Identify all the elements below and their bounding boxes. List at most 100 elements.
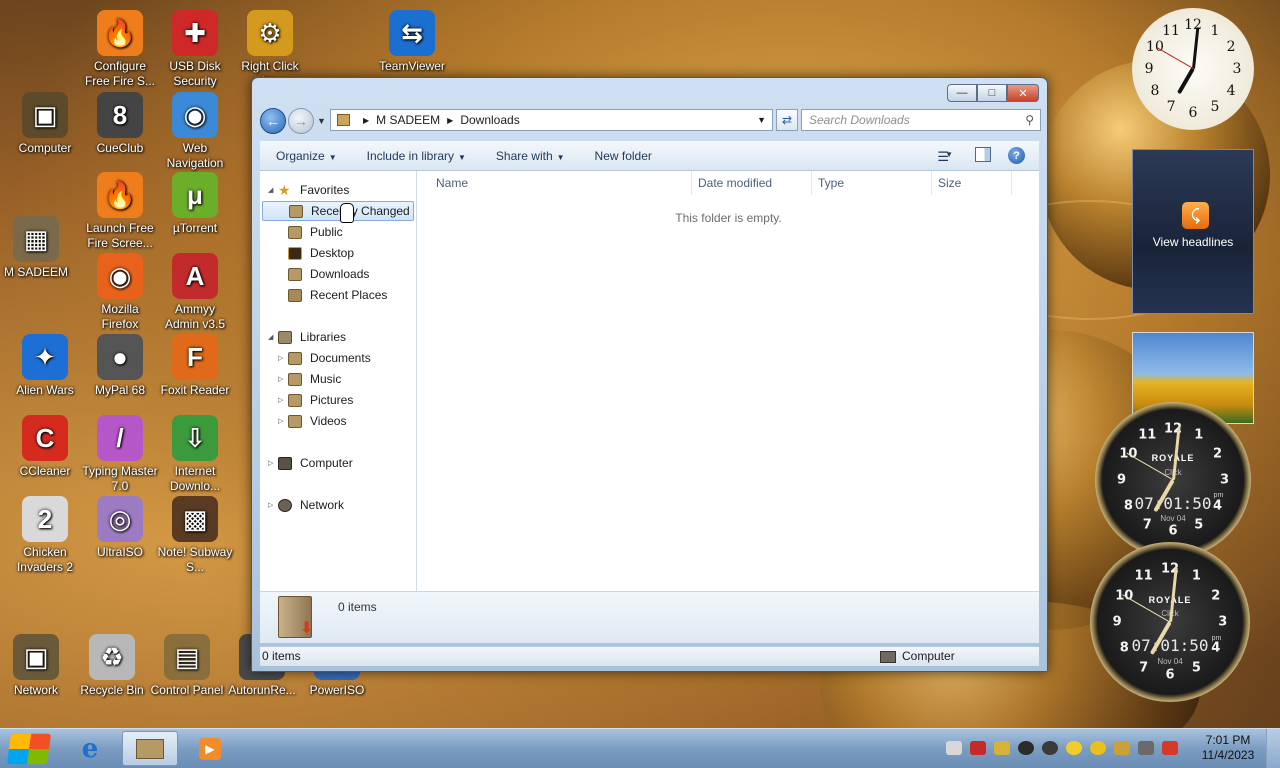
media-player-taskbar-button[interactable]: ▶: [182, 731, 238, 766]
start-button[interactable]: [6, 733, 52, 765]
expand-arrow-icon[interactable]: ▷: [278, 396, 288, 404]
tree-item-music[interactable]: ▷ Music: [278, 369, 341, 389]
usb-security-icon[interactable]: [970, 741, 986, 755]
update-icon[interactable]: [1018, 741, 1034, 755]
column-header-type[interactable]: Type: [812, 171, 932, 195]
new-folder-button[interactable]: New folder: [579, 149, 666, 163]
chevron-down-icon: ▼: [556, 152, 565, 162]
expand-arrow-icon[interactable]: ▷: [278, 375, 288, 383]
internet-explorer-icon: e: [81, 733, 99, 764]
royale-clock-gadget[interactable]: 121234567891011ROYALEClick07:01:50pmNov …: [1090, 542, 1250, 702]
feed-headlines-gadget[interactable]: ⤹ View headlines: [1132, 149, 1254, 314]
smiley-icon[interactable]: [1066, 741, 1082, 755]
shield-icon[interactable]: [994, 741, 1010, 755]
desktop-icon[interactable]: ✚ USB Disk Security: [157, 10, 233, 89]
tree-network[interactable]: ▷ Network: [268, 495, 344, 515]
desktop-icon[interactable]: ▤ Control Panel: [149, 634, 225, 698]
clock-gadget[interactable]: 1 2 3 4 5 6 7 8 9 10 11 12: [1132, 8, 1254, 130]
internet-explorer-taskbar-button[interactable]: e: [62, 731, 118, 766]
desktop-icon[interactable]: ⇩ Internet Downlo...: [157, 415, 233, 494]
explorer-taskbar-button[interactable]: [122, 731, 178, 766]
cue-ball-icon: 8: [97, 92, 143, 138]
desktop-icon[interactable]: ▣ Network: [0, 634, 74, 698]
volume-muted-icon[interactable]: [1162, 741, 1178, 755]
tree-favorites[interactable]: ◢ ★ Favorites: [268, 180, 349, 200]
clock-numeral: 5: [1210, 99, 1220, 116]
back-button[interactable]: ←: [260, 108, 286, 134]
expand-arrow-icon[interactable]: ▷: [268, 459, 278, 467]
tree-libraries[interactable]: ◢ Libraries: [268, 327, 346, 347]
tree-item-desktop[interactable]: Desktop: [288, 243, 354, 263]
network-status-icon[interactable]: [1138, 741, 1154, 755]
desktop-icon[interactable]: ▩ Note! Subway S...: [157, 496, 233, 575]
file-list[interactable]: Name Date modified Type Size This folder…: [418, 171, 1039, 591]
desktop-icon[interactable]: 2 Chicken Invaders 2: [7, 496, 83, 575]
desktop-icon[interactable]: F Foxit Reader: [157, 334, 233, 398]
navigation-bar: ← → ▼ ▶ M SADEEM ▶ Downloads ▼ ⇄ Search …: [260, 108, 1041, 134]
desktop-icon[interactable]: 🔥 Configure Free Fire S...: [82, 10, 158, 89]
desktop-icon-label: Mozilla Firefox: [101, 302, 139, 331]
organize-button[interactable]: Organize ▼: [260, 149, 351, 163]
column-header-date-modified[interactable]: Date modified: [692, 171, 812, 195]
preview-pane-icon[interactable]: [975, 147, 991, 162]
clock-hour-hand: [1176, 67, 1195, 95]
desktop-icon[interactable]: A Ammyy Admin v3.5: [157, 253, 233, 332]
expand-arrow-icon[interactable]: ▷: [278, 417, 288, 425]
desktop-icon[interactable]: ▦ M SADEEM: [0, 216, 74, 280]
desktop-icon[interactable]: C CCleaner: [7, 415, 83, 479]
desktop-icon[interactable]: / Typing Master 7.0: [82, 415, 158, 494]
desktop-icon[interactable]: ♻ Recycle Bin: [74, 634, 150, 698]
close-button[interactable]: ✕: [1007, 84, 1039, 102]
view-headlines-label[interactable]: View headlines: [1133, 235, 1253, 249]
column-header-size[interactable]: Size: [932, 171, 1012, 195]
view-options-dropdown-icon[interactable]: ▼: [945, 150, 953, 159]
include-in-library-button[interactable]: Include in library ▼: [351, 149, 480, 163]
clock-numeral: 8: [1150, 82, 1160, 99]
address-bar[interactable]: ▶ M SADEEM ▶ Downloads ▼: [330, 109, 773, 131]
tree-item-documents[interactable]: ▷ Documents: [278, 348, 371, 368]
desktop-icon[interactable]: μ µTorrent: [157, 172, 233, 236]
clock-numeral: 6: [1188, 104, 1198, 121]
desktop-icon[interactable]: 8 CueClub: [82, 92, 158, 156]
status-smiley-icon[interactable]: [1090, 741, 1106, 755]
status-item-count: 0 items: [262, 649, 301, 663]
search-icon[interactable]: ⚲: [1025, 110, 1034, 130]
minimize-button[interactable]: —: [947, 84, 977, 102]
forward-button[interactable]: →: [288, 108, 314, 134]
breadcrumb-root[interactable]: M SADEEM: [376, 113, 440, 127]
desktop-icon[interactable]: 🔥 Launch Free Fire Scree...: [82, 172, 158, 251]
desktop-icon[interactable]: ◉ Mozilla Firefox: [82, 253, 158, 332]
royale-clock-gadget[interactable]: 121234567891011ROYALEClick07:01:50pmNov …: [1095, 402, 1251, 558]
collapse-arrow-icon[interactable]: ◢: [268, 333, 278, 341]
tree-item-recently-changed[interactable]: Recently Changed: [262, 201, 414, 221]
expand-arrow-icon[interactable]: ▷: [268, 501, 278, 509]
desktop-icon[interactable]: ✦ Alien Wars: [7, 334, 83, 398]
tree-item-pictures[interactable]: ▷ Pictures: [278, 390, 353, 410]
column-header-name[interactable]: Name: [430, 171, 692, 195]
recent-pages-dropdown[interactable]: ▼: [317, 116, 326, 126]
refresh-button[interactable]: ⇄: [776, 109, 798, 131]
desktop-icon[interactable]: ▣ Computer: [7, 92, 83, 156]
desktop-icon[interactable]: ◎ UltraISO: [82, 496, 158, 560]
tools-icon[interactable]: [1114, 741, 1130, 755]
tree-item-downloads[interactable]: Downloads: [288, 264, 369, 284]
maximize-button[interactable]: □: [977, 84, 1007, 102]
desktop-icon[interactable]: ⇆ TeamViewer: [374, 10, 450, 74]
breadcrumb-current[interactable]: Downloads: [460, 113, 519, 127]
expand-arrow-icon[interactable]: ▷: [278, 354, 288, 362]
address-dropdown-icon[interactable]: ▼: [757, 115, 766, 125]
tree-item-videos[interactable]: ▷ Videos: [278, 411, 346, 431]
keyboard-icon[interactable]: [946, 741, 962, 755]
share-with-button[interactable]: Share with ▼: [480, 149, 579, 163]
tree-item-public[interactable]: Public: [288, 222, 343, 242]
search-input[interactable]: Search Downloads ⚲: [801, 109, 1041, 131]
help-icon[interactable]: ?: [1008, 147, 1025, 164]
show-desktop-button[interactable]: [1266, 729, 1280, 768]
gauge-icon[interactable]: [1042, 741, 1058, 755]
desktop-icon[interactable]: ◉ Web Navigation: [157, 92, 233, 171]
desktop-icon[interactable]: ● MyPal 68: [82, 334, 158, 398]
tree-computer[interactable]: ▷ Computer: [268, 453, 353, 473]
tree-item-recent-places[interactable]: Recent Places: [288, 285, 387, 305]
collapse-arrow-icon[interactable]: ◢: [268, 186, 278, 194]
taskbar-clock[interactable]: 7:01 PM 11/4/2023: [1196, 733, 1260, 763]
